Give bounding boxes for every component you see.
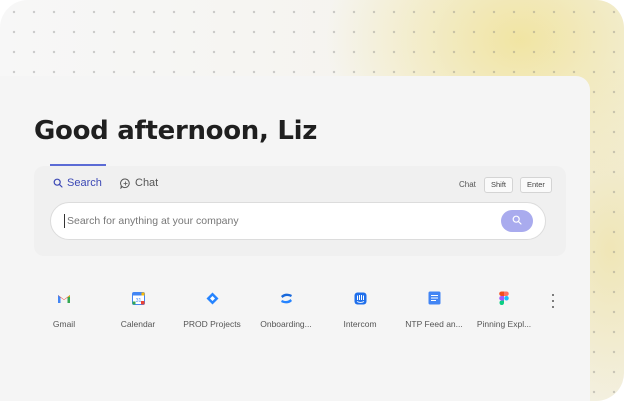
app-shortcut-pinning-expl[interactable]: Pinning Expl... [464,290,544,329]
app-label: Pinning Expl... [476,319,532,329]
figma-icon [496,290,512,306]
tab-chat-label: Chat [135,177,159,189]
app-shortcut-onboarding[interactable]: Onboarding... [246,290,326,329]
tab-search-label: Search [67,177,102,189]
app-label: NTP Feed an... [405,319,463,329]
search-icon [53,178,63,188]
jira-icon [204,290,220,306]
app-label: Intercom [343,319,377,329]
app-label: Gmail [52,319,76,329]
calendar-icon: 31 [130,290,146,306]
shift-key-badge: Shift [484,177,514,193]
enter-key-badge: Enter [520,177,552,193]
intercom-icon [352,290,368,306]
shortcut-hint-label: Chat [459,180,476,189]
tab-search[interactable]: Search [53,177,102,189]
active-tab-indicator [50,164,106,166]
app-label: Onboarding... [260,319,312,329]
greeting-heading: Good afternoon, Liz [34,116,318,146]
app-shortcut-calendar[interactable]: 31 Calendar [98,290,178,329]
app-shortcut-gmail[interactable]: Gmail [24,290,104,329]
app-label: Calendar [120,319,156,329]
gmail-icon [56,290,72,306]
more-options-icon[interactable] [549,294,557,308]
app-shortcut-prod-projects[interactable]: PROD Projects [172,290,252,329]
search-submit-button[interactable] [501,210,533,232]
text-caret [64,214,65,228]
app-label: PROD Projects [183,319,241,329]
tab-chat[interactable]: Chat [120,177,158,189]
search-placeholder: Search for anything at your company [67,215,239,227]
chat-icon [120,177,131,189]
svg-text:31: 31 [135,298,141,304]
docs-icon [426,290,442,306]
confluence-icon [278,290,294,306]
app-shortcut-ntp-feed[interactable]: NTP Feed an... [394,290,474,329]
app-shortcut-intercom[interactable]: Intercom [320,290,400,329]
search-icon [512,212,522,230]
